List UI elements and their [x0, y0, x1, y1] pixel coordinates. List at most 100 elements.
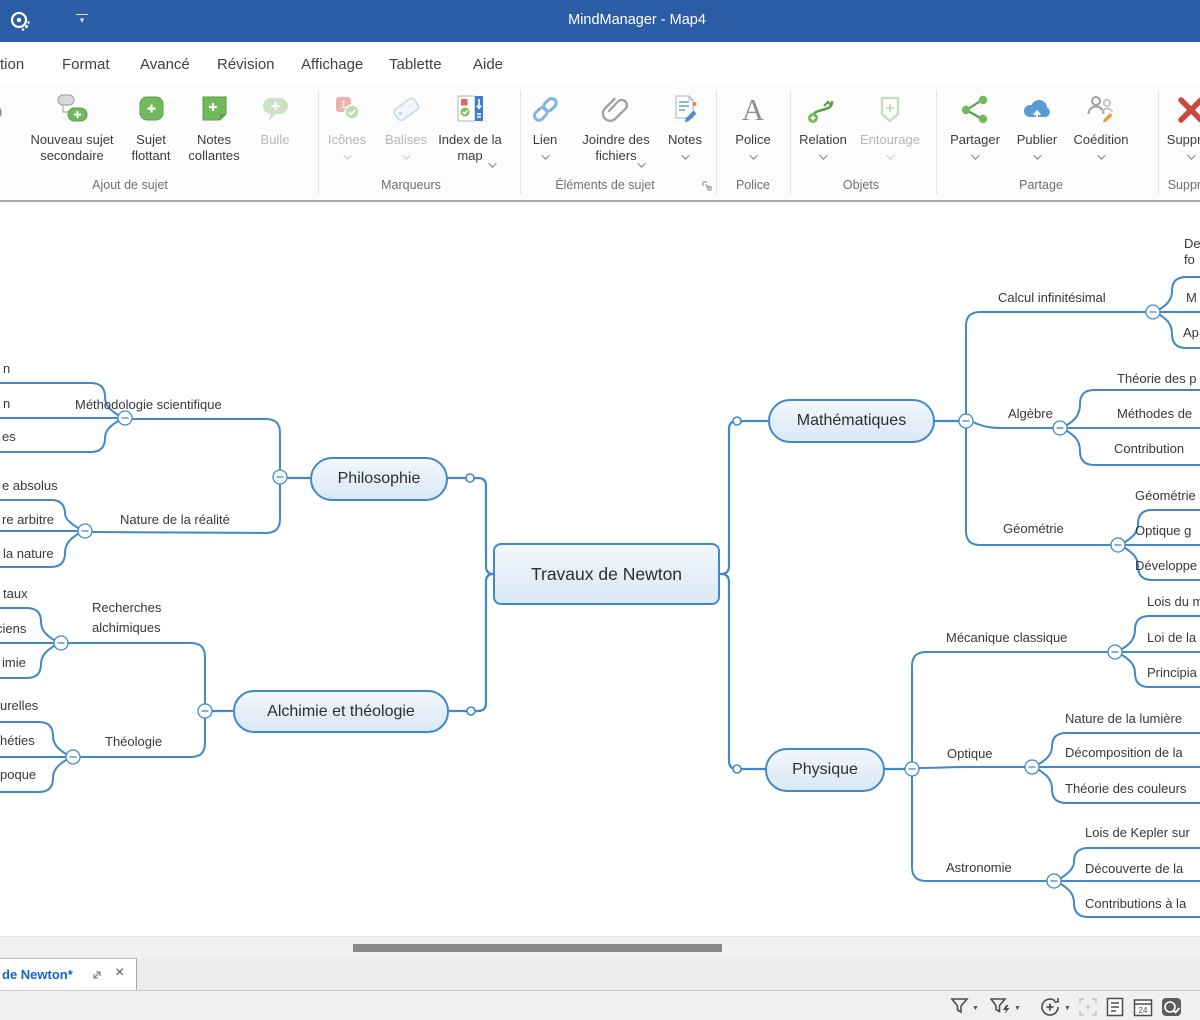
main-topic-physique[interactable]: Physique — [765, 748, 885, 792]
collapse-button[interactable] — [66, 750, 80, 764]
subtopic-calcul-infinitesimal[interactable]: Calcul infinitésimal — [998, 290, 1106, 306]
ribbon-supprimer-button[interactable]: Supprim — [1156, 88, 1200, 159]
leaf-label[interactable]: la nature — [3, 546, 54, 562]
leaf-label[interactable]: Nature de la lumière — [1065, 711, 1182, 727]
subtopic-optique[interactable]: Optique — [947, 746, 993, 762]
leaf-label[interactable]: Optique g — [1135, 523, 1191, 539]
ribbon-partager-button[interactable]: Partager — [946, 88, 1004, 159]
leaf-label[interactable]: Contribution — [1114, 441, 1184, 457]
subtopic-geometrie[interactable]: Géométrie — [1003, 521, 1064, 537]
leaf-label[interactable]: poque — [0, 767, 36, 783]
leaf-label[interactable]: Géométrie — [1135, 488, 1196, 504]
collapse-button[interactable] — [273, 470, 287, 484]
menu-tab-aide[interactable]: Aide — [473, 56, 503, 73]
collapse-button[interactable] — [1025, 760, 1039, 774]
leaf-label[interactable]: Lois du m — [1147, 594, 1200, 610]
map-tab-travaux-de-newton[interactable]: de Newton* × — [0, 958, 137, 990]
recenter-map-icon[interactable] — [1040, 997, 1062, 1017]
subtopic-mecanique[interactable]: Mécanique classique — [946, 630, 1067, 646]
leaf-label[interactable]: Développe — [1135, 558, 1197, 574]
subtopic-nature-realite[interactable]: Nature de la réalité — [120, 512, 230, 528]
ribbon-publier-button[interactable]: Publier — [1010, 88, 1064, 159]
leaf-label[interactable]: Defo — [1184, 236, 1200, 268]
power-filter-icon[interactable] — [990, 997, 1012, 1015]
menu-tab-tablette[interactable]: Tablette — [389, 56, 442, 73]
leaf-label[interactable]: Théorie des p — [1117, 371, 1197, 387]
leaf-label[interactable]: re arbitre — [2, 512, 54, 528]
leaf-label[interactable]: Découverte de la — [1085, 861, 1183, 877]
ribbon-notes-collantes-button[interactable]: Notes collantes — [184, 88, 244, 164]
collapse-button[interactable] — [54, 636, 68, 650]
collapse-button[interactable] — [1111, 538, 1125, 552]
subtopic-algebre[interactable]: Algèbre — [1008, 406, 1053, 422]
main-topic-alchimie-theologie[interactable]: Alchimie et théologie — [233, 690, 449, 733]
menu-tab-format[interactable]: Format — [62, 56, 110, 73]
central-topic[interactable]: Travaux de Newton — [493, 543, 720, 605]
leaf-label[interactable]: Ap — [1183, 325, 1199, 341]
dialog-launcher-icon[interactable] — [701, 180, 713, 192]
collapse-button[interactable] — [1047, 874, 1061, 888]
collapse-button[interactable] — [905, 762, 919, 776]
ribbon-notes-button[interactable]: Notes — [662, 88, 708, 159]
ribbon-nouveau-button[interactable]: au — [0, 88, 16, 159]
close-icon[interactable]: × — [115, 964, 124, 982]
chevron-down-icon[interactable]: ▼ — [972, 1005, 979, 1012]
subtopic-theologie[interactable]: Théologie — [105, 734, 162, 750]
task-info-icon[interactable] — [1161, 997, 1182, 1017]
main-topic-mathematiques[interactable]: Mathématiques — [768, 399, 935, 443]
menu-tab-insertion-cut[interactable]: tion — [0, 56, 24, 73]
collapse-button[interactable] — [198, 704, 212, 718]
collapse-button[interactable] — [78, 524, 92, 538]
leaf-label[interactable]: ciens — [0, 621, 26, 637]
app-icon[interactable] — [8, 9, 32, 33]
leaf-label[interactable]: es — [2, 429, 16, 445]
calendar-icon[interactable]: 24 — [1133, 997, 1153, 1017]
leaf-label[interactable]: héties — [0, 733, 35, 749]
collapse-button[interactable] — [1108, 645, 1122, 659]
collapse-button[interactable] — [959, 414, 973, 428]
menu-tab-affichage[interactable]: Affichage — [301, 56, 363, 73]
outline-view-icon[interactable] — [1106, 997, 1124, 1017]
ribbon-lien-button[interactable]: Lien — [522, 88, 568, 159]
collapse-button[interactable] — [118, 411, 132, 425]
menu-tab-avance[interactable]: Avancé — [140, 56, 190, 73]
subtopic-methodologie[interactable]: Méthodologie scientifique — [75, 397, 222, 413]
leaf-label[interactable]: Principia — [1147, 665, 1197, 681]
quick-access-dropdown-icon[interactable]: ▾ — [76, 14, 88, 24]
ribbon-index-map-button[interactable]: Index de la map — [438, 88, 502, 164]
filter-icon[interactable] — [950, 997, 970, 1015]
chevron-down-icon[interactable]: ▼ — [1014, 1005, 1021, 1012]
ribbon-sujet-flottant-button[interactable]: Sujet flottant — [122, 88, 180, 164]
subtopic-astronomie[interactable]: Astronomie — [946, 860, 1012, 876]
leaf-label[interactable]: urelles — [0, 698, 38, 714]
collapse-button[interactable] — [1053, 421, 1067, 435]
horizontal-scrollbar[interactable] — [0, 936, 1200, 958]
menu-tab-revision[interactable]: Révision — [217, 56, 275, 73]
leaf-label[interactable]: n — [3, 396, 10, 412]
main-topic-philosophie[interactable]: Philosophie — [310, 457, 448, 501]
collapse-button[interactable] — [1146, 305, 1160, 319]
leaf-label[interactable]: Méthodes de — [1117, 406, 1192, 422]
map-canvas[interactable]: Travaux de Newton Mathématiques Physique… — [0, 202, 1200, 936]
notes-document-icon — [662, 88, 708, 132]
leaf-label[interactable]: Contributions à la — [1085, 896, 1186, 912]
leaf-label[interactable]: Loi de la — [1147, 630, 1196, 646]
leaf-label[interactable]: Décomposition de la — [1065, 745, 1183, 761]
ribbon-police-button[interactable]: A Police — [726, 88, 780, 159]
ribbon-coedition-button[interactable]: Coédition — [1070, 88, 1132, 159]
chevron-down-icon[interactable]: ▼ — [1064, 1005, 1071, 1012]
leaf-label[interactable]: Théorie des couleurs — [1065, 781, 1186, 797]
leaf-label[interactable]: n — [3, 361, 10, 377]
ribbon-nouveau-sujet-secondaire-button[interactable]: Nouveau sujet secondaire — [29, 88, 115, 164]
leaf-label[interactable]: taux — [3, 586, 28, 602]
ribbon-joindre-fichiers-button[interactable]: Joindre des fichiers — [576, 88, 656, 164]
ribbon-relation-button[interactable]: Relation — [796, 88, 850, 159]
leaf-label[interactable]: M — [1186, 290, 1197, 306]
leaf-label[interactable]: Lois de Kepler sur — [1085, 825, 1190, 841]
chevron-down-icon — [681, 151, 689, 159]
scrollbar-thumb[interactable] — [353, 944, 722, 952]
leaf-label[interactable]: e absolus — [2, 478, 58, 494]
float-map-icon[interactable] — [90, 968, 104, 982]
subtopic-recherches-alchimiques[interactable]: Recherches alchimiques — [92, 598, 174, 638]
leaf-label[interactable]: imie — [2, 655, 26, 671]
